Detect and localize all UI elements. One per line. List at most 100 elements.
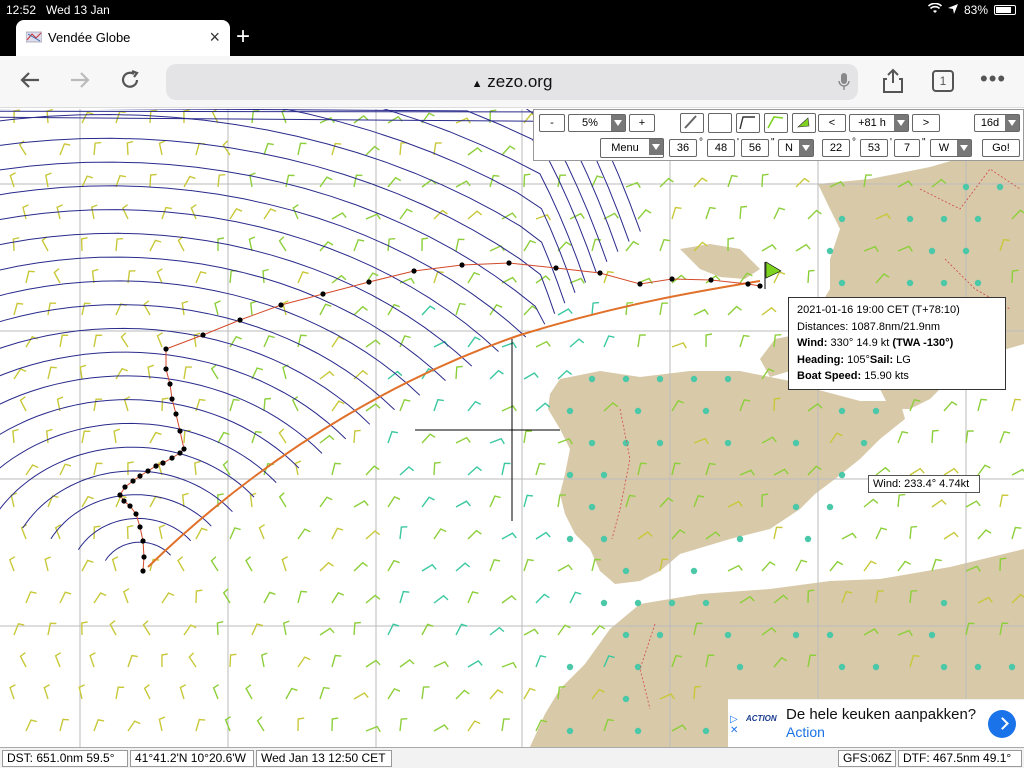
wind-barb bbox=[455, 302, 466, 316]
isochrone bbox=[0, 161, 546, 325]
route-waypoint bbox=[121, 498, 127, 504]
wind-barb bbox=[399, 335, 411, 348]
calm-dot bbox=[826, 247, 834, 255]
microphone-icon[interactable] bbox=[838, 72, 850, 90]
tab-vendee-globe[interactable]: Vendée Globe × bbox=[16, 20, 230, 56]
ad-cta-link[interactable]: Action bbox=[786, 724, 825, 740]
wind-barb bbox=[183, 366, 192, 380]
tool-blank-button[interactable] bbox=[708, 113, 732, 133]
route-waypoint bbox=[127, 503, 133, 509]
calm-dot bbox=[634, 663, 642, 671]
chevron-down-icon bbox=[614, 120, 622, 126]
isochrone bbox=[96, 109, 597, 273]
tab-switcher-button[interactable]: 1 bbox=[932, 70, 954, 92]
wind-barb bbox=[19, 652, 27, 668]
footer-datetime: Wed Jan 13 12:50 CET bbox=[256, 750, 392, 767]
wind-barb bbox=[249, 172, 256, 188]
wind-barb bbox=[365, 465, 380, 476]
wind-barb bbox=[467, 591, 479, 604]
wind-barb bbox=[81, 175, 94, 188]
zoom-select[interactable]: 5% bbox=[568, 114, 626, 132]
tool-route-button[interactable] bbox=[736, 113, 760, 133]
ad-choices-icon[interactable]: ▷ ✕ bbox=[730, 714, 738, 736]
wind-barb bbox=[143, 684, 151, 700]
isochrone bbox=[0, 232, 473, 367]
lon-deg-input[interactable]: 22 bbox=[822, 139, 850, 157]
wind-barb bbox=[795, 243, 811, 252]
ad-go-arrow-icon[interactable] bbox=[988, 710, 1016, 738]
wind-barb bbox=[829, 560, 844, 572]
lon-sec-input[interactable]: 7 bbox=[894, 139, 920, 157]
menu-select[interactable]: Menu bbox=[600, 138, 664, 158]
wind-barb bbox=[535, 593, 550, 604]
forward-arrow-icon bbox=[71, 72, 90, 88]
wind-barb bbox=[143, 300, 151, 316]
isochrone bbox=[0, 280, 421, 396]
wind-barb bbox=[183, 175, 196, 188]
map-canvas[interactable] bbox=[0, 109, 1024, 747]
tool-isochrone-button[interactable] bbox=[764, 113, 788, 133]
wind-barb bbox=[569, 277, 585, 284]
wind-barb bbox=[863, 560, 877, 572]
back-button[interactable] bbox=[18, 68, 42, 98]
tab-close-button[interactable]: × bbox=[209, 27, 220, 48]
lat-deg-input[interactable]: 36 bbox=[669, 139, 697, 157]
tool-measure-button[interactable] bbox=[680, 113, 704, 133]
time-next-button[interactable]: > bbox=[912, 114, 940, 132]
lon-hemisphere-select[interactable]: W bbox=[930, 139, 972, 157]
tool-flag-button[interactable] bbox=[792, 113, 816, 133]
range-select[interactable]: 16d bbox=[974, 114, 1020, 132]
lon-min-input[interactable]: 53 bbox=[860, 139, 888, 157]
wind-barb bbox=[195, 718, 206, 732]
wind-barb bbox=[761, 306, 777, 316]
calm-dot bbox=[702, 727, 710, 735]
wind-barb bbox=[931, 429, 939, 444]
wind-barb bbox=[399, 718, 408, 732]
wind-barb bbox=[59, 591, 72, 604]
wind-barb bbox=[245, 556, 253, 572]
wind-barb bbox=[761, 243, 777, 252]
zoom-out-button[interactable]: - bbox=[539, 114, 565, 132]
destination-flag bbox=[764, 261, 782, 289]
wind-barb bbox=[248, 236, 256, 252]
lat-min-input[interactable]: 48 bbox=[707, 139, 735, 157]
ad-banner[interactable]: ▷ ✕ ACTION De hele keuken aanpakken? Acti… bbox=[728, 699, 1024, 747]
forward-button[interactable] bbox=[68, 68, 92, 98]
wind-barb bbox=[489, 437, 505, 445]
ad-headline[interactable]: De hele keuken aanpakken? bbox=[786, 706, 976, 723]
more-menu-button[interactable]: ••• bbox=[980, 66, 1006, 92]
wind-barb bbox=[739, 205, 748, 220]
wind-barb bbox=[25, 464, 39, 476]
wind-barb bbox=[421, 305, 436, 316]
wind-barb bbox=[45, 172, 52, 188]
lat-hemisphere-select[interactable]: N bbox=[778, 139, 814, 157]
info-speed-label: Boat Speed: bbox=[797, 370, 862, 382]
routing-map[interactable]: - 5% + < +81 h > 16d Menu 36 ° 48 ' 56 "… bbox=[0, 109, 1024, 747]
time-offset-select[interactable]: +81 h bbox=[849, 114, 909, 132]
address-bar[interactable]: ▲ zezo.org bbox=[166, 64, 858, 100]
wind-barb bbox=[761, 561, 776, 572]
new-tab-button[interactable]: + bbox=[236, 23, 250, 51]
wind-barb bbox=[433, 661, 449, 668]
wind-barb bbox=[421, 686, 430, 700]
lat-sec-input[interactable]: 56 bbox=[741, 139, 769, 157]
wind-barb bbox=[1011, 468, 1024, 476]
go-button[interactable]: Go! bbox=[982, 139, 1020, 157]
wind-barb bbox=[115, 110, 126, 124]
share-button[interactable] bbox=[882, 68, 904, 99]
wind-barb bbox=[523, 558, 534, 572]
reload-button[interactable] bbox=[118, 68, 142, 98]
calm-dot bbox=[566, 535, 574, 543]
wind-barb bbox=[256, 716, 265, 732]
calm-dot bbox=[974, 279, 982, 287]
wind-barb bbox=[489, 495, 501, 508]
time-prev-button[interactable]: < bbox=[818, 114, 846, 132]
chevron-down-icon bbox=[1008, 120, 1016, 126]
status-right: 83% bbox=[927, 2, 1016, 17]
calm-dot bbox=[962, 183, 970, 191]
wind-barb bbox=[965, 500, 981, 508]
wind-barb bbox=[331, 591, 345, 604]
wind-barb bbox=[433, 209, 448, 220]
wind-barb bbox=[20, 524, 28, 540]
zoom-in-button[interactable]: + bbox=[629, 114, 655, 132]
